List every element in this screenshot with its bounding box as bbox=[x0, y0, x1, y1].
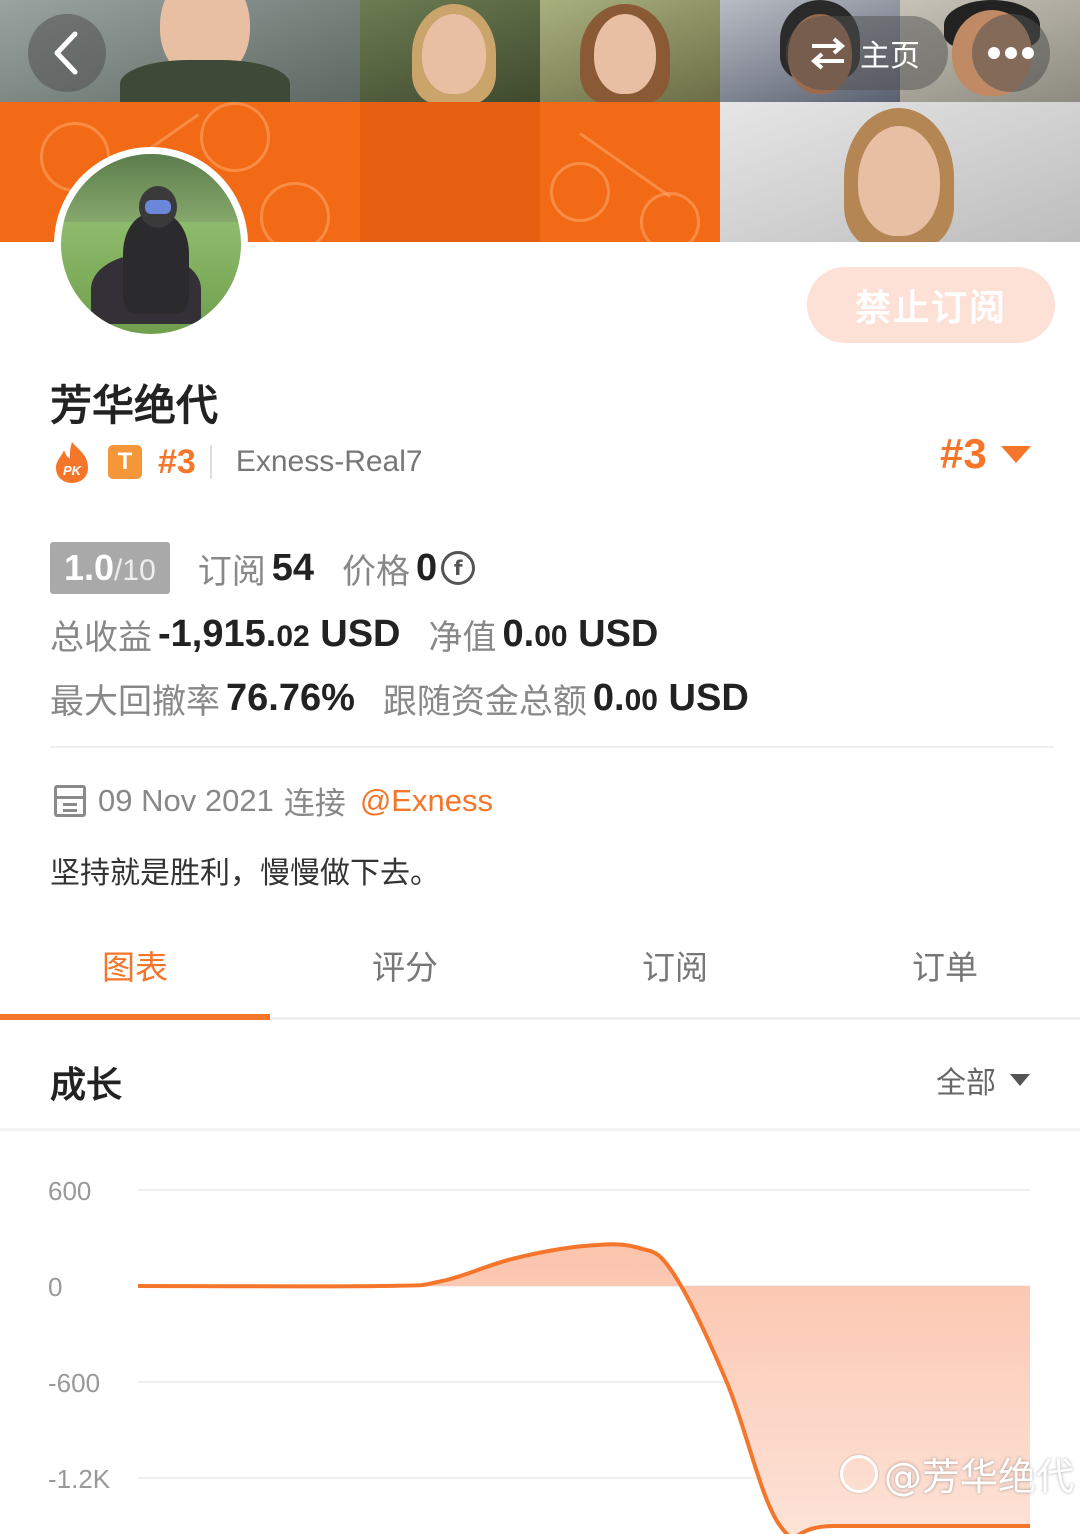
profile-name: 芳华绝代 bbox=[50, 381, 219, 430]
cover-pattern-2 bbox=[360, 102, 540, 242]
divider bbox=[0, 1128, 1080, 1131]
account-label: Exness-Real7 bbox=[235, 445, 423, 478]
range-filter-label: 全部 bbox=[936, 1066, 996, 1101]
tab-rating[interactable]: 评分 bbox=[270, 932, 540, 1017]
rank-selector-label: #3 bbox=[940, 430, 987, 477]
follow-funds-label: 跟随资金总额 bbox=[382, 682, 587, 722]
total-profit-value: -1,915.02 USD bbox=[158, 613, 401, 655]
rank-label: #3 bbox=[158, 442, 196, 481]
joined-date: 09 Nov 2021 bbox=[98, 782, 274, 818]
max-drawdown-label: 最大回撤率 bbox=[50, 682, 220, 722]
tab-chart[interactable]: 图表 bbox=[0, 932, 270, 1020]
joined-row: 09 Nov 2021 连接 @Exness bbox=[54, 778, 493, 823]
tier-badge: T bbox=[108, 445, 142, 479]
stats-row-2: 总收益 -1,915.02 USD 净值 0.00 USD bbox=[50, 610, 658, 659]
swap-icon bbox=[810, 37, 846, 70]
price-value: 0 bbox=[416, 546, 438, 589]
cover-photo-6 bbox=[720, 102, 1080, 242]
chevron-left-icon bbox=[54, 31, 78, 75]
score-value: 1.0 bbox=[64, 547, 115, 588]
subscribe-value: 54 bbox=[271, 546, 315, 589]
back-button[interactable] bbox=[28, 14, 106, 92]
pk-fire-icon: PK bbox=[52, 440, 92, 484]
y-tick-label: 0 bbox=[48, 1272, 62, 1302]
coin-icon: f bbox=[441, 551, 476, 585]
stats-row-3: 最大回撤率 76.76% 跟随资金总额 0.00 USD bbox=[50, 674, 749, 723]
weibo-icon bbox=[840, 1454, 878, 1493]
broker-link[interactable]: @Exness bbox=[360, 783, 493, 819]
caret-down-icon bbox=[1010, 1074, 1030, 1086]
max-drawdown-value: 76.76% bbox=[226, 677, 355, 719]
rank-selector[interactable]: #3 bbox=[940, 430, 1031, 478]
ban-subscribe-button[interactable]: 禁止订阅 bbox=[807, 267, 1055, 343]
follow-funds-value: 0.00 USD bbox=[592, 677, 749, 719]
cover-photo-2 bbox=[360, 0, 540, 102]
caret-down-icon bbox=[1000, 445, 1031, 463]
y-tick-label: 600 bbox=[48, 1176, 91, 1206]
watermark: @芳华绝代 bbox=[840, 1446, 1074, 1501]
home-switch-button[interactable]: 主页 bbox=[786, 16, 948, 90]
tab-subscribe[interactable]: 订阅 bbox=[540, 932, 810, 1017]
connect-label: 连接 bbox=[283, 786, 346, 821]
cover-photo-3 bbox=[540, 0, 720, 102]
total-profit-label: 总收益 bbox=[50, 618, 152, 658]
stats-row-1: 1.0 /10 订阅 54 价格 0 f bbox=[50, 542, 476, 594]
more-button[interactable] bbox=[972, 14, 1050, 92]
equity-label: 净值 bbox=[428, 618, 497, 658]
divider bbox=[50, 746, 1054, 748]
bio-text: 坚持就是胜利，慢慢做下去。 bbox=[50, 856, 440, 891]
y-tick-label: -600 bbox=[48, 1368, 100, 1398]
divider bbox=[209, 445, 212, 479]
equity-value: 0.00 USD bbox=[502, 613, 659, 655]
tab-orders[interactable]: 订单 bbox=[810, 932, 1080, 1017]
pk-text: PK bbox=[63, 463, 83, 478]
y-tick-label: -1.2K bbox=[48, 1464, 111, 1494]
section-title: 成长 bbox=[50, 1065, 123, 1106]
more-dots-icon bbox=[988, 47, 1034, 59]
badge-row: PK T #3 Exness-Real7 bbox=[52, 438, 423, 486]
avatar[interactable] bbox=[54, 147, 248, 341]
cover-pattern-3 bbox=[540, 102, 720, 242]
score-max: /10 bbox=[114, 554, 156, 587]
subscribe-label: 订阅 bbox=[197, 551, 266, 592]
watermark-text: @芳华绝代 bbox=[884, 1455, 1075, 1499]
price-label: 价格 bbox=[342, 551, 411, 592]
range-filter-dropdown[interactable]: 全部 bbox=[936, 1058, 1030, 1102]
score-badge: 1.0 /10 bbox=[50, 542, 170, 594]
calendar-icon bbox=[54, 784, 86, 817]
tab-bar: 图表 评分 订阅 订单 bbox=[0, 932, 1080, 1020]
home-label: 主页 bbox=[860, 39, 920, 74]
